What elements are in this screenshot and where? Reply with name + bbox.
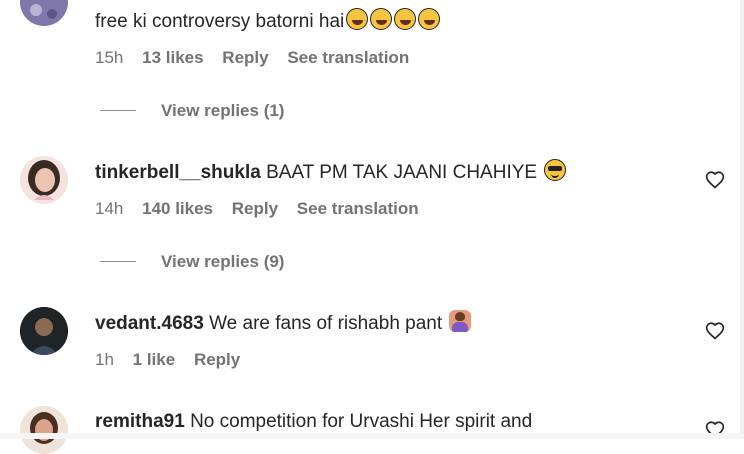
replies-divider	[100, 261, 136, 263]
comment-text: free ki controversy batorni hai	[95, 11, 345, 32]
comment-text: We are fans of rishabh pant	[209, 313, 443, 334]
view-replies-label: View replies (9)	[161, 252, 285, 271]
see-translation-button[interactable]: See translation	[297, 199, 419, 218]
comment-username[interactable]: vedant.4683	[95, 313, 204, 334]
comment-time[interactable]: 1h	[95, 350, 114, 369]
comment-text-line: tinkerbell__shukla BAAT PM TAK JAANI CHA…	[95, 159, 567, 185]
view-replies-button[interactable]: View replies (1)	[100, 100, 284, 122]
laughing-emoji-icon	[394, 8, 417, 30]
comment-meta: 1h 1 like Reply	[95, 349, 254, 371]
view-replies-button[interactable]: View replies (9)	[100, 251, 284, 273]
see-translation-button[interactable]: See translation	[287, 48, 409, 67]
avatar[interactable]	[20, 156, 68, 204]
view-replies-label: View replies (1)	[161, 101, 285, 120]
comment-text: No competition for Urvashi Her spirit an…	[190, 411, 533, 432]
reply-button[interactable]: Reply	[194, 350, 240, 369]
scrollbar-track[interactable]	[740, 0, 744, 439]
avatar[interactable]	[20, 0, 68, 26]
bottom-edge-line	[0, 433, 744, 439]
heart-icon[interactable]	[705, 170, 725, 190]
comment-meta: 14h 140 likes Reply See translation	[95, 198, 433, 220]
person-raising-hand-emoji-icon	[449, 310, 472, 332]
reply-button[interactable]: Reply	[232, 199, 278, 218]
comment-username[interactable]: tinkerbell__shukla	[95, 162, 261, 183]
sunglasses-emoji-icon	[544, 159, 567, 181]
likes-count[interactable]: 1 like	[133, 350, 176, 369]
reply-button[interactable]: Reply	[222, 48, 268, 67]
comment-text-line: remitha91 No competition for Urvashi Her…	[95, 410, 532, 434]
comment-time[interactable]: 15h	[95, 48, 123, 67]
replies-divider	[100, 110, 136, 112]
avatar[interactable]	[20, 406, 68, 454]
likes-count[interactable]: 13 likes	[142, 48, 203, 67]
comment-text-line: free ki controversy batorni hai	[95, 8, 441, 34]
laughing-emoji-icon	[370, 8, 393, 30]
comment-meta: 15h 13 likes Reply See translation	[95, 47, 423, 69]
laughing-emoji-icon	[346, 8, 369, 30]
likes-count[interactable]: 140 likes	[142, 199, 213, 218]
comment-time[interactable]: 14h	[95, 199, 123, 218]
comment-text: BAAT PM TAK JAANI CHAHIYE	[266, 162, 538, 183]
laughing-emoji-icon	[418, 8, 441, 30]
heart-icon[interactable]	[705, 321, 725, 341]
comment-username[interactable]: remitha91	[95, 411, 185, 432]
comment-text-line: vedant.4683 We are fans of rishabh pant	[95, 310, 472, 336]
avatar[interactable]	[20, 307, 68, 355]
